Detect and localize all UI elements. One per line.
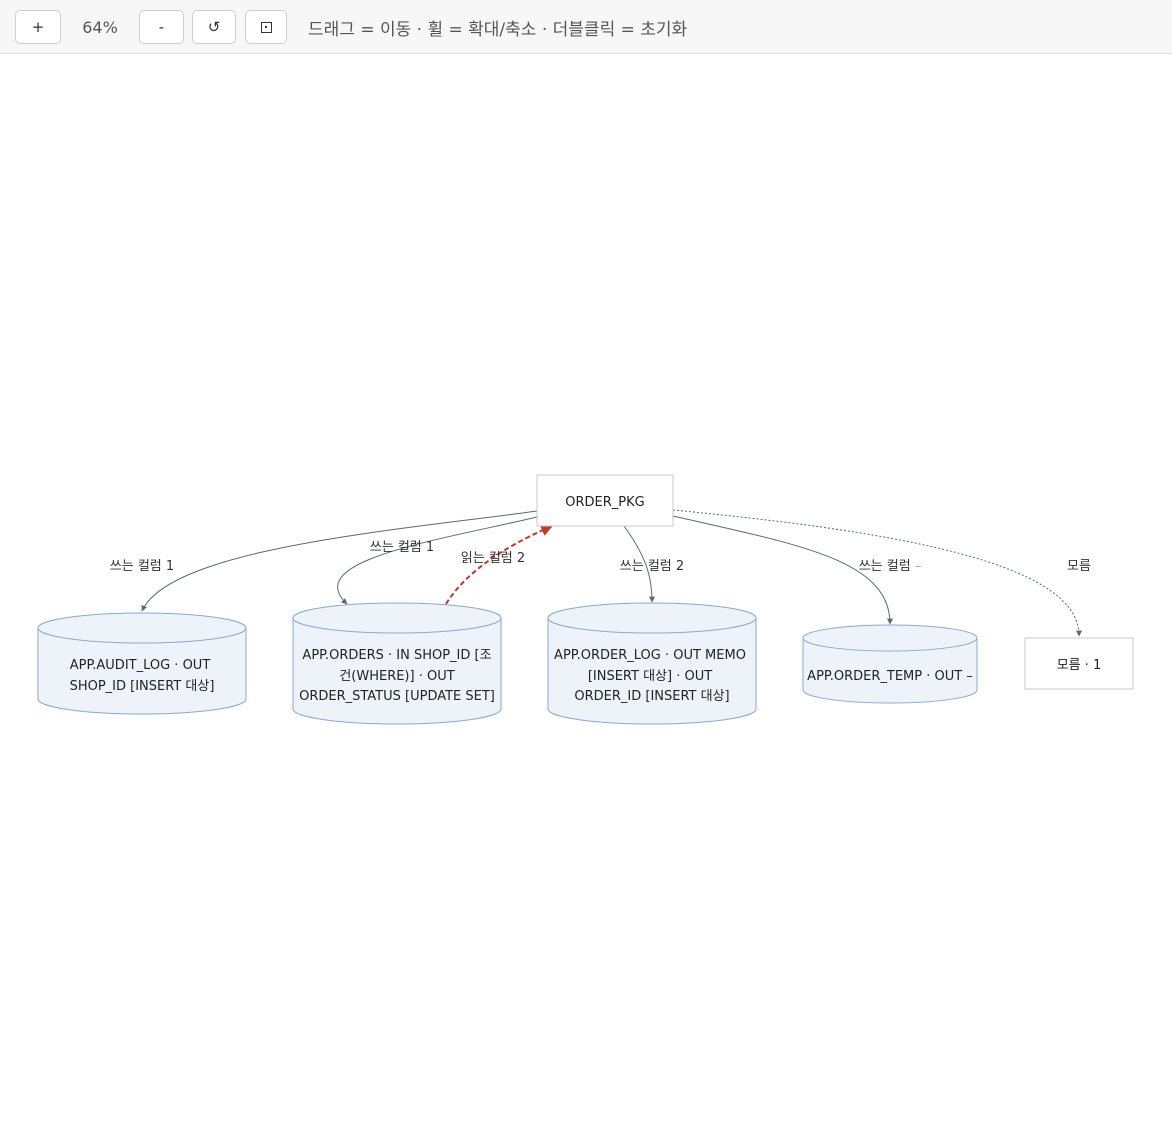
node-audit-log[interactable]: APP.AUDIT_LOG · OUT SHOP_ID [INSERT 대상] bbox=[37, 612, 247, 715]
node-order-log-line1: APP.ORDER_LOG · OUT MEMO bbox=[554, 648, 746, 663]
node-orders-line1: APP.ORDERS · IN SHOP_ID [조 bbox=[302, 648, 491, 663]
node-unknown[interactable]: 모름 · 1 bbox=[1024, 637, 1134, 690]
zoom-in-label: + bbox=[31, 18, 45, 36]
node-order-log-line2: [INSERT 대상] · OUT bbox=[588, 669, 712, 684]
zoom-level: 64% bbox=[82, 17, 118, 37]
edge-label-from-orders: 읽는 컬럼 2 bbox=[461, 551, 525, 566]
edge-label-order-log: 쓰는 컬럼 2 bbox=[620, 559, 684, 574]
node-order-log-line3: ORDER_ID [INSERT 대상] bbox=[574, 689, 729, 704]
fit-view-icon bbox=[260, 21, 272, 33]
edge-label-order-temp: 쓰는 컬럼 – bbox=[859, 559, 922, 574]
zoom-out-label: - bbox=[158, 18, 165, 36]
fit-view-button[interactable] bbox=[245, 10, 287, 44]
node-order-pkg-label: ORDER_PKG bbox=[565, 495, 644, 510]
edge-label-order-temp-suffix: – bbox=[915, 559, 922, 574]
edge-label-audit-log: 쓰는 컬럼 1 bbox=[110, 559, 174, 574]
node-audit-log-line2: SHOP_ID [INSERT 대상] bbox=[70, 679, 215, 694]
edge-label-order-temp-main: 쓰는 컬럼 bbox=[859, 559, 911, 574]
node-unknown-label: 모름 · 1 bbox=[1057, 658, 1102, 673]
node-orders-line2: 건(WHERE)] · OUT bbox=[339, 669, 454, 684]
diagram-canvas[interactable]: 쓰는 컬럼 1 쓰는 컬럼 1 읽는 컬럼 2 쓰는 컬럼 2 쓰는 컬럼 – … bbox=[0, 54, 1172, 1146]
node-orders[interactable]: APP.ORDERS · IN SHOP_ID [조 건(WHERE)] · O… bbox=[292, 602, 502, 725]
toolbar-hint: 드래그 = 이동 · 휠 = 확대/축소 · 더블클릭 = 초기화 bbox=[308, 19, 688, 40]
edge-label-unknown: 모름 bbox=[1067, 559, 1091, 574]
node-order-pkg[interactable]: ORDER_PKG bbox=[536, 474, 674, 527]
node-audit-log-line1: APP.AUDIT_LOG · OUT bbox=[70, 658, 211, 673]
zoom-in-button[interactable]: + bbox=[15, 10, 61, 44]
node-order-log[interactable]: APP.ORDER_LOG · OUT MEMO [INSERT 대상] · O… bbox=[547, 602, 757, 725]
zoom-out-button[interactable]: - bbox=[139, 10, 184, 44]
node-order-temp-line1: APP.ORDER_TEMP · OUT – bbox=[807, 669, 973, 684]
edge-label-orders: 쓰는 컬럼 1 bbox=[370, 540, 434, 555]
reset-button[interactable]: ↺ bbox=[192, 10, 236, 44]
reset-icon: ↺ bbox=[207, 18, 221, 36]
toolbar: + 64% - ↺ 드래그 = 이동 · 휠 = 확대/축소 · 더블클릭 = … bbox=[0, 0, 1172, 54]
node-orders-line3: ORDER_STATUS [UPDATE SET] bbox=[299, 689, 495, 704]
node-order-temp[interactable]: APP.ORDER_TEMP · OUT – bbox=[802, 624, 978, 704]
